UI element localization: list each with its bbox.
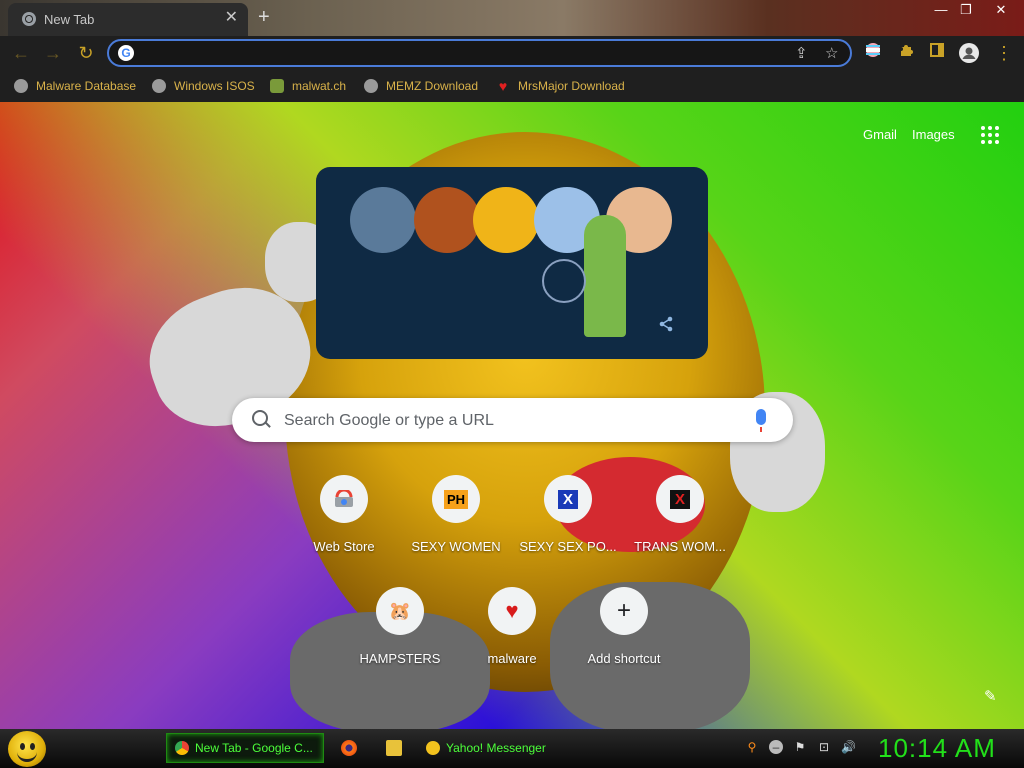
shortcut-glyph: 🐹 (388, 600, 412, 621)
doodle-circle-sun (473, 187, 539, 253)
google-icon: G (118, 45, 134, 61)
bookmark-windows-isos[interactable]: Windows ISOS (152, 77, 255, 95)
sidepanel-icon[interactable] (926, 42, 948, 64)
shortcut-malware[interactable]: ♥ malware (456, 587, 568, 699)
address-bar[interactable]: G ⇪ ☆ (107, 39, 852, 67)
search-input[interactable] (282, 410, 736, 432)
address-input[interactable] (141, 43, 785, 65)
new-tab-page: Gmail Images Web Store PH SEXY WOMEN (0, 102, 1024, 729)
close-window-button[interactable]: ✕ (990, 2, 1012, 18)
share-icon[interactable]: ⇪ (795, 44, 808, 62)
taskbar-item-chrome[interactable]: New Tab - Google C... (166, 733, 324, 763)
shortcut-hampsters[interactable]: 🐹 HAMPSTERS (344, 587, 456, 699)
tab-new-tab[interactable]: New Tab ✕ (8, 3, 248, 36)
gmail-link[interactable]: Gmail (863, 127, 897, 142)
hamster-icon: 🐹 (376, 587, 424, 635)
add-shortcut-button[interactable]: + Add shortcut (568, 587, 680, 699)
puzzle-icon[interactable] (895, 42, 917, 64)
search-icon[interactable]: ⚲ (745, 740, 759, 754)
tab-favicon-icon (22, 12, 36, 26)
taskbar-item-yahoo-messenger[interactable]: Yahoo! Messenger (420, 733, 576, 763)
flag-icon[interactable] (862, 42, 884, 64)
shortcut-glyph: PH (443, 489, 469, 509)
menu-icon[interactable]: ⋮ (993, 42, 1015, 64)
shortcut-trans-wom[interactable]: X TRANS WOM... (624, 475, 736, 587)
doodle-circle-rain (350, 187, 416, 253)
firefox-icon[interactable] (341, 740, 357, 756)
shortcut-glyph: X (557, 489, 578, 509)
taskbar-item-label: Yahoo! Messenger (446, 741, 546, 755)
google-apps-icon[interactable] (981, 126, 999, 144)
network-icon[interactable]: ⊡ (817, 740, 831, 754)
globe-icon (364, 79, 378, 93)
doodle-circle-books (414, 187, 480, 253)
tab-title: New Tab (44, 12, 95, 27)
bookmark-label: MEMZ Download (386, 79, 479, 93)
maximize-button[interactable]: ❐ (955, 2, 977, 18)
start-button-smiley-icon[interactable] (8, 731, 46, 767)
bookmark-star-icon[interactable]: ☆ (825, 44, 838, 62)
shortcut-label: Add shortcut (587, 651, 661, 666)
bookmark-label: malwat.ch (292, 79, 347, 93)
shortcut-label: SEXY WOMEN (411, 539, 501, 554)
back-button[interactable]: ← (8, 40, 34, 66)
bookmarks-bar: Malware Database Windows ISOS malwat.ch … (0, 70, 1024, 102)
google-doodle[interactable] (316, 167, 708, 359)
x-icon: X (544, 475, 592, 523)
taskbar: New Tab - Google C... Yahoo! Messenger ⚲… (0, 729, 1024, 768)
customize-pencil-icon[interactable]: ✎ (984, 687, 997, 705)
shortcut-label: HAMPSTERS (359, 651, 441, 666)
shortcut-glyph: X (669, 489, 690, 509)
tab-close-icon[interactable]: ✕ (225, 9, 238, 27)
search-box[interactable] (232, 398, 793, 442)
android-icon (270, 79, 284, 93)
bookmark-malware-database[interactable]: Malware Database (14, 77, 136, 95)
volume-icon[interactable]: 🔊 (841, 740, 856, 754)
globe-icon (14, 79, 28, 93)
doodle-woman-figure (584, 215, 626, 337)
search-icon (252, 410, 268, 426)
shortcut-glyph: ♥ (505, 598, 519, 623)
taskbar-item-label: New Tab - Google C... (195, 741, 313, 755)
shortcut-label: TRANS WOM... (634, 539, 726, 554)
shortcut-glyph: + (616, 597, 631, 624)
x-icon: X (656, 475, 704, 523)
images-link[interactable]: Images (912, 127, 955, 142)
heart-icon: ♥ (488, 587, 536, 635)
bookmark-memz-download[interactable]: MEMZ Download (364, 77, 478, 95)
chrome-icon (175, 741, 189, 755)
globe-icon (152, 79, 166, 93)
profile-icon[interactable] (958, 42, 980, 64)
bookmark-malwatch[interactable]: malwat.ch (270, 77, 346, 95)
webstore-icon (320, 475, 368, 523)
shortcut-sexy-sex-po[interactable]: X SEXY SEX PO... (512, 475, 624, 587)
title-bar: New Tab ✕ + — ❐ ✕ (0, 0, 1024, 36)
microphone-icon[interactable] (756, 409, 766, 432)
messenger-tray-icon[interactable]: – (769, 740, 783, 754)
browser-toolbar: ← → ↻ G ⇪ ☆ ⋮ (0, 36, 1024, 70)
ph-icon: PH (432, 475, 480, 523)
taskbar-clock[interactable]: 10:14 AM (878, 733, 996, 764)
bookmark-mrsmajor-download[interactable]: ♥ MrsMajor Download (496, 77, 625, 95)
doodle-globe (542, 259, 586, 303)
shortcut-label: Web Store (313, 539, 375, 554)
new-tab-button[interactable]: + (258, 6, 270, 29)
shortcut-web-store[interactable]: Web Store (288, 475, 400, 587)
shortcut-label: malware (487, 651, 537, 666)
folder-icon[interactable] (386, 740, 402, 756)
yahoo-smiley-icon (426, 741, 440, 755)
shortcut-sexy-women[interactable]: PH SEXY WOMEN (400, 475, 512, 587)
bookmark-label: Malware Database (36, 79, 137, 93)
bookmark-label: Windows ISOS (174, 79, 255, 93)
share-icon[interactable] (658, 316, 674, 337)
heart-icon: ♥ (498, 78, 508, 94)
reload-button[interactable]: ↻ (73, 40, 99, 66)
minimize-button[interactable]: — (930, 2, 952, 18)
forward-button[interactable]: → (40, 40, 66, 66)
action-center-flag-icon[interactable]: ⚑ (793, 740, 807, 754)
plus-icon: + (600, 587, 648, 635)
shortcut-label: SEXY SEX PO... (519, 539, 617, 554)
bookmark-label: MrsMajor Download (518, 79, 625, 93)
